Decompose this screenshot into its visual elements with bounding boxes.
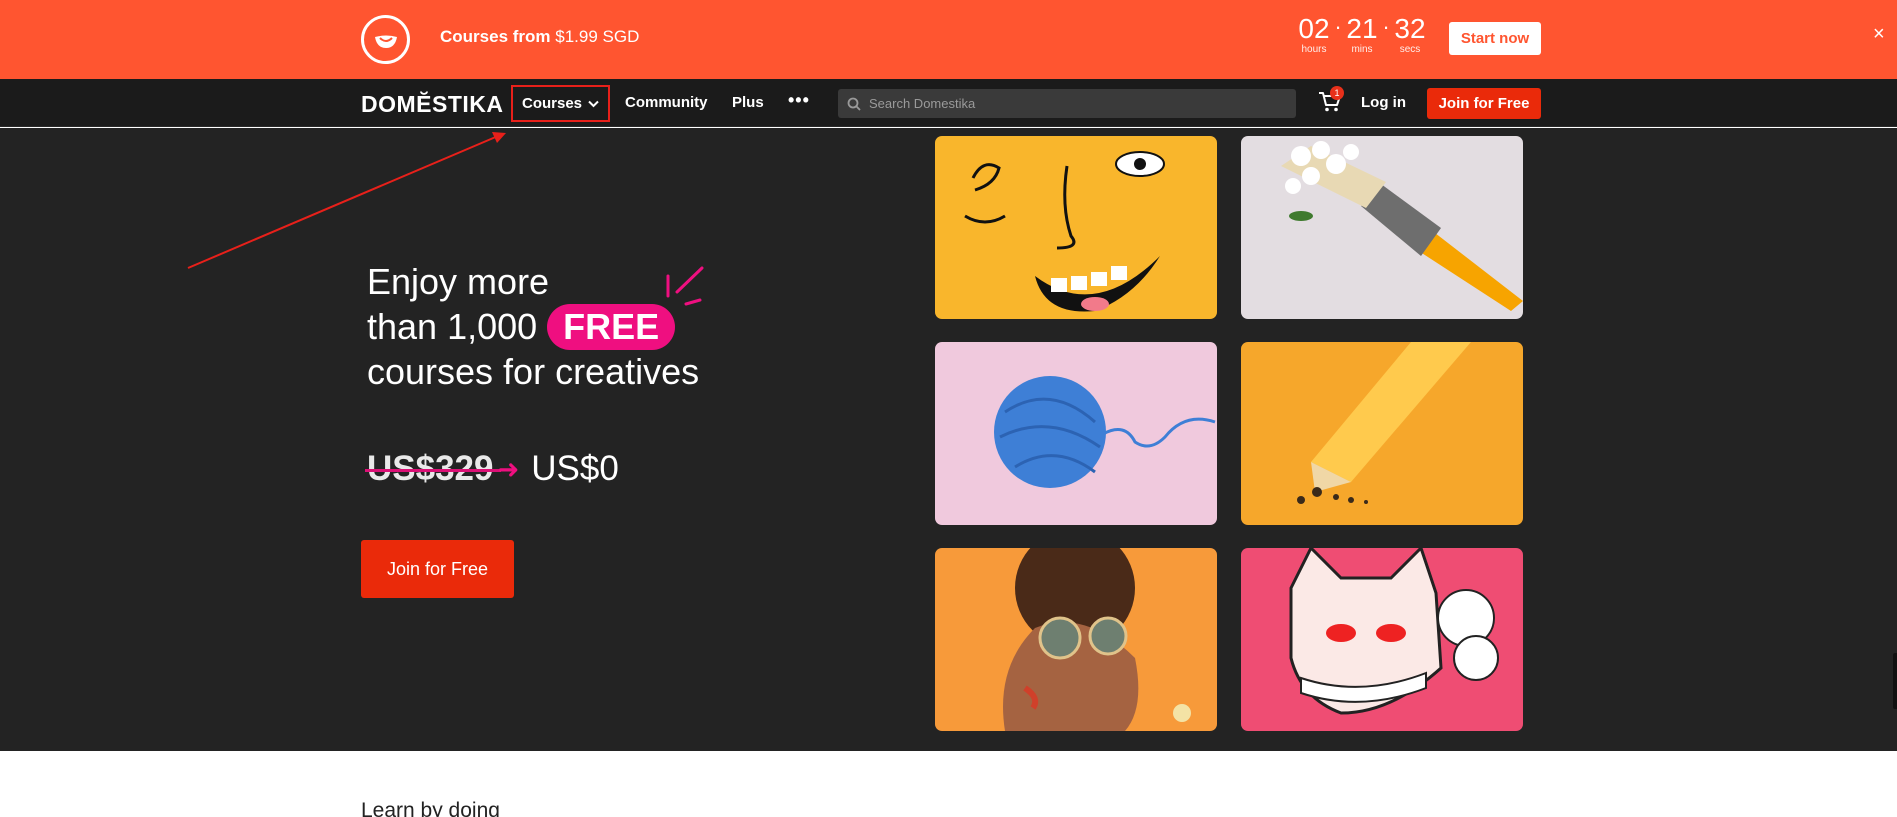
countdown-mins-value: 21 <box>1346 13 1378 44</box>
search-input[interactable] <box>869 96 1289 111</box>
start-now-button[interactable]: Start now <box>1449 22 1541 55</box>
tile-woman-sunglasses[interactable] <box>935 548 1217 731</box>
promo-text-price: $1.99 SGD <box>555 27 640 46</box>
close-icon[interactable]: × <box>1873 23 1885 46</box>
pencil-image <box>1241 342 1523 525</box>
promo-banner: Courses from $1.99 SGD 02 hours · 21 min… <box>0 0 1897 79</box>
hero-heading: Enjoy more than 1,000 FREE courses for c… <box>367 260 699 394</box>
old-price: US$329 <box>364 449 503 488</box>
search-icon <box>847 97 861 111</box>
price-comparison: US$329 ➜ US$0 <box>364 449 619 489</box>
countdown-timer: 02 hours · 21 mins · 32 secs <box>1295 13 1429 56</box>
tile-paintbrush-flowers[interactable] <box>1241 136 1523 319</box>
tile-pencil[interactable] <box>1241 342 1523 525</box>
tile-face-illustration[interactable] <box>935 136 1217 319</box>
join-for-free-nav-button[interactable]: Join for Free <box>1427 88 1541 119</box>
courses-menu-label: Courses <box>521 95 583 112</box>
tile-fox-mask[interactable] <box>1241 548 1523 731</box>
cart-icon <box>1318 92 1342 117</box>
paintbrush-flowers-image <box>1241 136 1523 319</box>
sparkle-icon <box>666 266 704 306</box>
countdown-mins-label: mins <box>1351 44 1373 55</box>
cart-count-badge: 1 <box>1330 86 1344 100</box>
domestika-bowl-icon <box>361 15 410 64</box>
domestika-logo[interactable]: DOMĔSTIKA <box>361 91 504 118</box>
yarn-ball-image <box>935 342 1217 525</box>
woman-sunglasses-image <box>935 548 1217 731</box>
chevron-down-icon <box>588 95 599 112</box>
countdown-secs-label: secs <box>1399 44 1421 55</box>
cart-button[interactable]: 1 <box>1318 86 1344 118</box>
search-bar[interactable] <box>838 89 1296 118</box>
countdown-separator: · <box>1334 14 1342 39</box>
hero-heading-line2-prefix: than 1,000 <box>367 306 538 347</box>
join-for-free-hero-button[interactable]: Join for Free <box>361 540 514 598</box>
log-in-link[interactable]: Log in <box>1361 94 1406 111</box>
scroll-handle[interactable] <box>1893 653 1897 709</box>
free-badge: FREE <box>547 304 676 350</box>
face-illustration-image <box>935 136 1217 319</box>
annotation-arrow-icon <box>187 132 506 269</box>
promo-text: Courses from $1.99 SGD <box>440 27 639 47</box>
countdown-hours-value: 02 <box>1298 13 1330 44</box>
countdown-secs-value: 32 <box>1394 13 1426 44</box>
top-navigation: DOMĔSTIKA Courses Community Plus ••• 1 L… <box>0 79 1897 127</box>
hero-heading-line2: than 1,000 FREE <box>367 304 699 350</box>
community-link[interactable]: Community <box>625 94 708 111</box>
hero-section: Enjoy more than 1,000 FREE courses for c… <box>0 128 1897 751</box>
countdown-separator: · <box>1382 14 1390 39</box>
courses-menu-button[interactable]: Courses <box>511 85 610 122</box>
more-menu-icon[interactable]: ••• <box>788 90 810 111</box>
fox-mask-image <box>1241 548 1523 731</box>
tile-yarn-ball[interactable] <box>935 342 1217 525</box>
countdown-mins: 21 mins <box>1343 13 1381 56</box>
plus-link[interactable]: Plus <box>732 94 764 111</box>
countdown-secs: 32 secs <box>1391 13 1429 56</box>
countdown-hours-label: hours <box>1301 44 1327 55</box>
hero-heading-line3: courses for creatives <box>367 351 700 392</box>
countdown-hours: 02 hours <box>1295 13 1333 56</box>
new-price: US$0 <box>531 449 619 488</box>
section-title: Learn by doing <box>361 799 500 817</box>
hero-heading-line1: Enjoy more <box>367 261 550 302</box>
promo-text-bold: Courses from <box>440 27 551 46</box>
